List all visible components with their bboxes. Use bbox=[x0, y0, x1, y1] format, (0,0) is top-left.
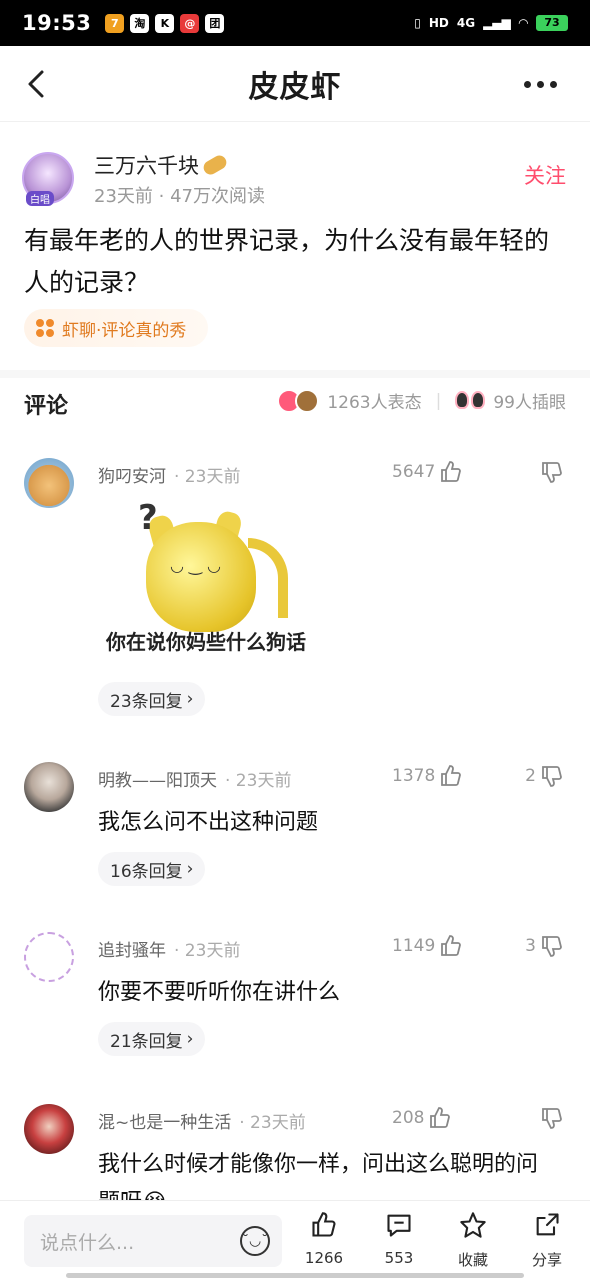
like-count: 1149 bbox=[392, 936, 436, 956]
divider: | bbox=[435, 390, 442, 411]
thumbs-down-icon bbox=[542, 766, 562, 787]
commenter-avatar[interactable] bbox=[24, 932, 74, 982]
like-post-button[interactable]: 1266 bbox=[294, 1211, 354, 1267]
commenter-avatar[interactable] bbox=[24, 458, 74, 508]
view-replies-button[interactable]: 16条回复 › bbox=[98, 852, 206, 886]
commenter-name[interactable]: 追封骚年 · 23天前 bbox=[98, 936, 240, 961]
vibrate-icon: ▯ bbox=[414, 16, 421, 30]
like-button[interactable]: 1378 bbox=[392, 764, 463, 788]
thumbs-up-icon bbox=[441, 461, 462, 482]
dislike-button[interactable]: 3 bbox=[525, 934, 564, 958]
kuaishou-notification-icon: K bbox=[155, 13, 175, 33]
comment-text: 我怎么问不出这种问题 bbox=[98, 810, 319, 835]
view-replies-button[interactable]: 21条回复 › bbox=[98, 1022, 206, 1056]
back-arrow-icon[interactable] bbox=[22, 68, 52, 100]
eyes-icon bbox=[455, 390, 486, 411]
commenter-avatar[interactable] bbox=[24, 1104, 74, 1154]
meituan-notification-icon: 团 bbox=[205, 13, 225, 33]
dislike-count: 3 bbox=[525, 936, 536, 956]
dislike-button[interactable]: 2 bbox=[525, 764, 564, 788]
nav-bar: 皮皮虾 bbox=[0, 46, 590, 122]
thumbs-up-icon bbox=[441, 765, 462, 786]
status-bar: 19:53 7 淘 K @ 团 ▯ HD 4G ▂▄▆ ◠ 73 bbox=[0, 0, 590, 46]
post-like-count: 1266 bbox=[304, 1249, 344, 1267]
app-notification-icon: 7 bbox=[105, 13, 125, 33]
page-title: 皮皮虾 bbox=[248, 69, 342, 105]
thumbs-down-icon bbox=[542, 1108, 562, 1129]
reactions-summary[interactable]: 1263人表态 | 99人插眼 bbox=[277, 388, 566, 413]
like-count: 5647 bbox=[392, 462, 436, 482]
reaction-emoji-icons bbox=[277, 388, 320, 413]
like-button[interactable]: 1149 bbox=[392, 934, 463, 958]
reaction-count: 1263人表态 bbox=[327, 393, 422, 413]
thumbs-up-icon bbox=[441, 935, 462, 956]
replies-label: 16条回复 bbox=[110, 861, 183, 882]
comments-heading: 评论 bbox=[24, 394, 69, 419]
like-count: 208 bbox=[392, 1108, 425, 1128]
topic-icon bbox=[36, 319, 54, 337]
dislike-button[interactable] bbox=[536, 460, 564, 484]
dislike-button[interactable] bbox=[536, 1106, 564, 1130]
post-title: 有最年老的人的世界记录，为什么没有最年轻的人的记录？ bbox=[24, 226, 550, 297]
thumbs-up-icon bbox=[430, 1107, 451, 1128]
taobao-notification-icon: 淘 bbox=[130, 13, 150, 33]
eyes-count: 99人插眼 bbox=[493, 393, 566, 413]
comment-post-button[interactable]: 553 bbox=[369, 1211, 429, 1267]
star-icon bbox=[460, 1212, 486, 1238]
thumbs-down-icon bbox=[542, 462, 562, 483]
section-divider bbox=[0, 370, 590, 378]
bottom-action-bar: 说点什么... ˘◡˘ 1266 553 收藏 分享 bbox=[0, 1200, 590, 1280]
home-indicator[interactable] bbox=[66, 1273, 524, 1278]
author-avatar[interactable]: 白唱 bbox=[22, 152, 74, 206]
commenter-name[interactable]: 狗叼安河 · 23天前 bbox=[98, 462, 240, 487]
chevron-right-icon: › bbox=[186, 859, 194, 879]
status-time: 19:53 bbox=[22, 11, 92, 35]
volte-icon: HD bbox=[428, 16, 449, 30]
thumbs-down-icon bbox=[542, 936, 562, 957]
favorite-label: 收藏 bbox=[457, 1251, 488, 1269]
follow-button[interactable]: 关注 bbox=[524, 160, 566, 190]
share-label: 分享 bbox=[531, 1251, 562, 1269]
favorite-button[interactable]: 收藏 bbox=[443, 1211, 503, 1270]
signal-icon: ▂▄▆ bbox=[483, 16, 511, 30]
avatar-tag: 白唱 bbox=[26, 191, 54, 206]
topic-label: 虾聊·评论真的秀 bbox=[62, 320, 187, 341]
post-meta: 23天前 · 47万次阅读 bbox=[94, 186, 265, 207]
commenter-name[interactable]: 明教——阳顶天 · 23天前 bbox=[98, 766, 291, 791]
replies-label: 23条回复 bbox=[110, 691, 183, 712]
chevron-right-icon: › bbox=[186, 689, 194, 709]
commenter-name[interactable]: 混~也是一种生活 · 23天前 bbox=[98, 1108, 306, 1133]
replies-label: 21条回复 bbox=[110, 1031, 183, 1052]
status-right: ▯ HD 4G ▂▄▆ ◠ 73 bbox=[414, 15, 568, 31]
author-name-text: 三万六千块 bbox=[94, 154, 199, 178]
author-name[interactable]: 三万六千块 bbox=[94, 150, 229, 180]
like-button[interactable]: 208 bbox=[392, 1106, 452, 1130]
topic-tag[interactable]: 虾聊·评论真的秀 bbox=[24, 309, 209, 347]
more-options-icon[interactable] bbox=[524, 70, 564, 98]
view-replies-button[interactable]: 23条回复 › bbox=[98, 682, 206, 716]
like-count: 1378 bbox=[392, 766, 436, 786]
comment-input[interactable]: 说点什么... ˘◡˘ bbox=[24, 1215, 282, 1267]
post-comment-count: 553 bbox=[384, 1249, 414, 1267]
meme-caption: 你在说你妈些什么狗话 bbox=[106, 630, 306, 654]
emoji-icon[interactable]: ˘◡˘ bbox=[240, 1226, 270, 1256]
thumbs-up-icon bbox=[312, 1212, 336, 1237]
wifi-icon: ◠ bbox=[518, 16, 528, 30]
share-button[interactable]: 分享 bbox=[517, 1211, 577, 1270]
commenter-avatar[interactable] bbox=[24, 762, 74, 812]
battery-icon: 73 bbox=[536, 15, 568, 31]
dislike-count: 2 bbox=[525, 766, 536, 786]
comment-icon bbox=[387, 1214, 411, 1237]
comment-text: 你要不要听听你在讲什么 bbox=[98, 980, 341, 1005]
status-app-icons: 7 淘 K @ 团 bbox=[105, 13, 225, 33]
comment-meme-image[interactable]: ◡ ‿ ◡ ? 你在说你妈些什么狗话 bbox=[98, 498, 338, 678]
share-icon bbox=[536, 1213, 559, 1236]
comment-input-placeholder: 说点什么... bbox=[40, 1231, 135, 1254]
app-notification-icon: @ bbox=[180, 13, 200, 33]
network-label: 4G bbox=[456, 16, 476, 30]
peanut-badge-icon bbox=[201, 152, 229, 178]
like-button[interactable]: 5647 bbox=[392, 460, 463, 484]
chevron-right-icon: › bbox=[186, 1029, 194, 1049]
